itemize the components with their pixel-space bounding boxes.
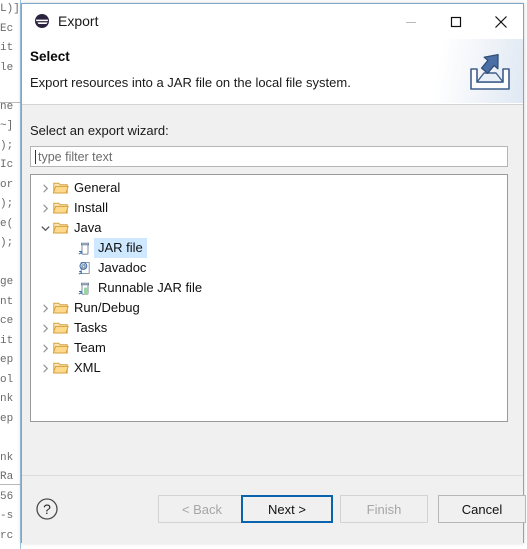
close-icon[interactable] <box>478 4 523 39</box>
tree-item-general[interactable]: General <box>31 178 507 198</box>
page-title: Select <box>30 49 70 64</box>
dialog-header: Select Export resources into a JAR file … <box>22 39 523 105</box>
dialog-button-bar: ? < Back Next > Finish Cancel <box>22 475 526 542</box>
tree-item-label: Java <box>74 220 102 235</box>
tree-item-run-debug[interactable]: Run/Debug <box>31 298 507 318</box>
back-button[interactable]: < Back <box>158 495 246 523</box>
tree-item-runnable-jar-file[interactable]: Runnable JAR file <box>31 278 507 298</box>
svg-text:@: @ <box>81 264 86 270</box>
tree-item-label: Tasks <box>74 320 108 335</box>
folder-icon <box>52 338 70 358</box>
folder-icon <box>52 318 70 338</box>
chevron-right-icon[interactable] <box>39 318 52 338</box>
help-icon[interactable]: ? <box>35 497 59 521</box>
tree-item-label: Runnable JAR file <box>98 280 203 295</box>
chevron-right-icon[interactable] <box>39 298 52 318</box>
tree-item-xml[interactable]: XML <box>31 358 507 378</box>
chevron-down-icon[interactable] <box>39 218 52 238</box>
folder-icon <box>52 358 70 378</box>
minimize-icon[interactable] <box>388 4 433 39</box>
tree-item-label: Team <box>74 340 106 355</box>
next-button[interactable]: Next > <box>241 495 333 523</box>
wizard-tree[interactable]: General Install Java JAR file @ Javadoc Runnab… <box>30 174 508 422</box>
export-wizard-icon <box>467 49 513 94</box>
folder-icon <box>52 178 70 198</box>
wizard-tree-list: General Install Java JAR file @ Javadoc Runnab… <box>31 175 507 378</box>
page-description: Export resources into a JAR file on the … <box>30 75 351 90</box>
maximize-icon[interactable] <box>433 4 478 39</box>
tree-item-javadoc[interactable]: @ Javadoc <box>31 258 507 278</box>
search-input-placeholder: type filter text <box>38 150 113 164</box>
folder-icon <box>52 298 70 318</box>
dialog-titlebar[interactable]: Export <box>22 4 523 39</box>
tree-item-label: Javadoc <box>98 260 147 275</box>
eclipse-icon <box>34 13 50 29</box>
tree-item-label: Install <box>74 200 108 215</box>
window-controls <box>388 4 523 39</box>
tree-item-label: Run/Debug <box>74 300 140 315</box>
chevron-right-icon[interactable] <box>39 178 52 198</box>
tree-item-jar-file[interactable]: JAR file <box>31 238 507 258</box>
javadoc-icon: @ <box>76 258 94 278</box>
cancel-button[interactable]: Cancel <box>438 495 526 523</box>
tree-item-label: XML <box>74 360 101 375</box>
chevron-right-icon[interactable] <box>39 358 52 378</box>
folder-icon <box>52 198 70 218</box>
tree-item-java[interactable]: Java <box>31 218 507 238</box>
tree-item-team[interactable]: Team <box>31 338 507 358</box>
tree-item-tasks[interactable]: Tasks <box>31 318 507 338</box>
runnable-jar-icon <box>76 278 94 298</box>
tree-item-label: General <box>74 180 121 195</box>
tree-item-label: JAR file <box>94 238 147 258</box>
chevron-right-icon[interactable] <box>39 198 52 218</box>
finish-button[interactable]: Finish <box>340 495 428 523</box>
search-input[interactable]: type filter text <box>30 146 508 167</box>
window-title: Export <box>58 13 99 29</box>
screenshot-root: L)] Ec it le ne ~] ); Ic or ); e( ); ge … <box>0 0 527 549</box>
wizard-prompt-label: Select an export wizard: <box>30 123 169 138</box>
tree-item-install[interactable]: Install <box>31 198 507 218</box>
export-dialog: Export Select Export resources into a JA… <box>21 3 526 544</box>
text-caret <box>35 150 36 164</box>
jar-file-icon <box>76 238 94 258</box>
chevron-right-icon[interactable] <box>39 338 52 358</box>
svg-text:?: ? <box>43 501 51 517</box>
folder-icon <box>52 218 70 238</box>
